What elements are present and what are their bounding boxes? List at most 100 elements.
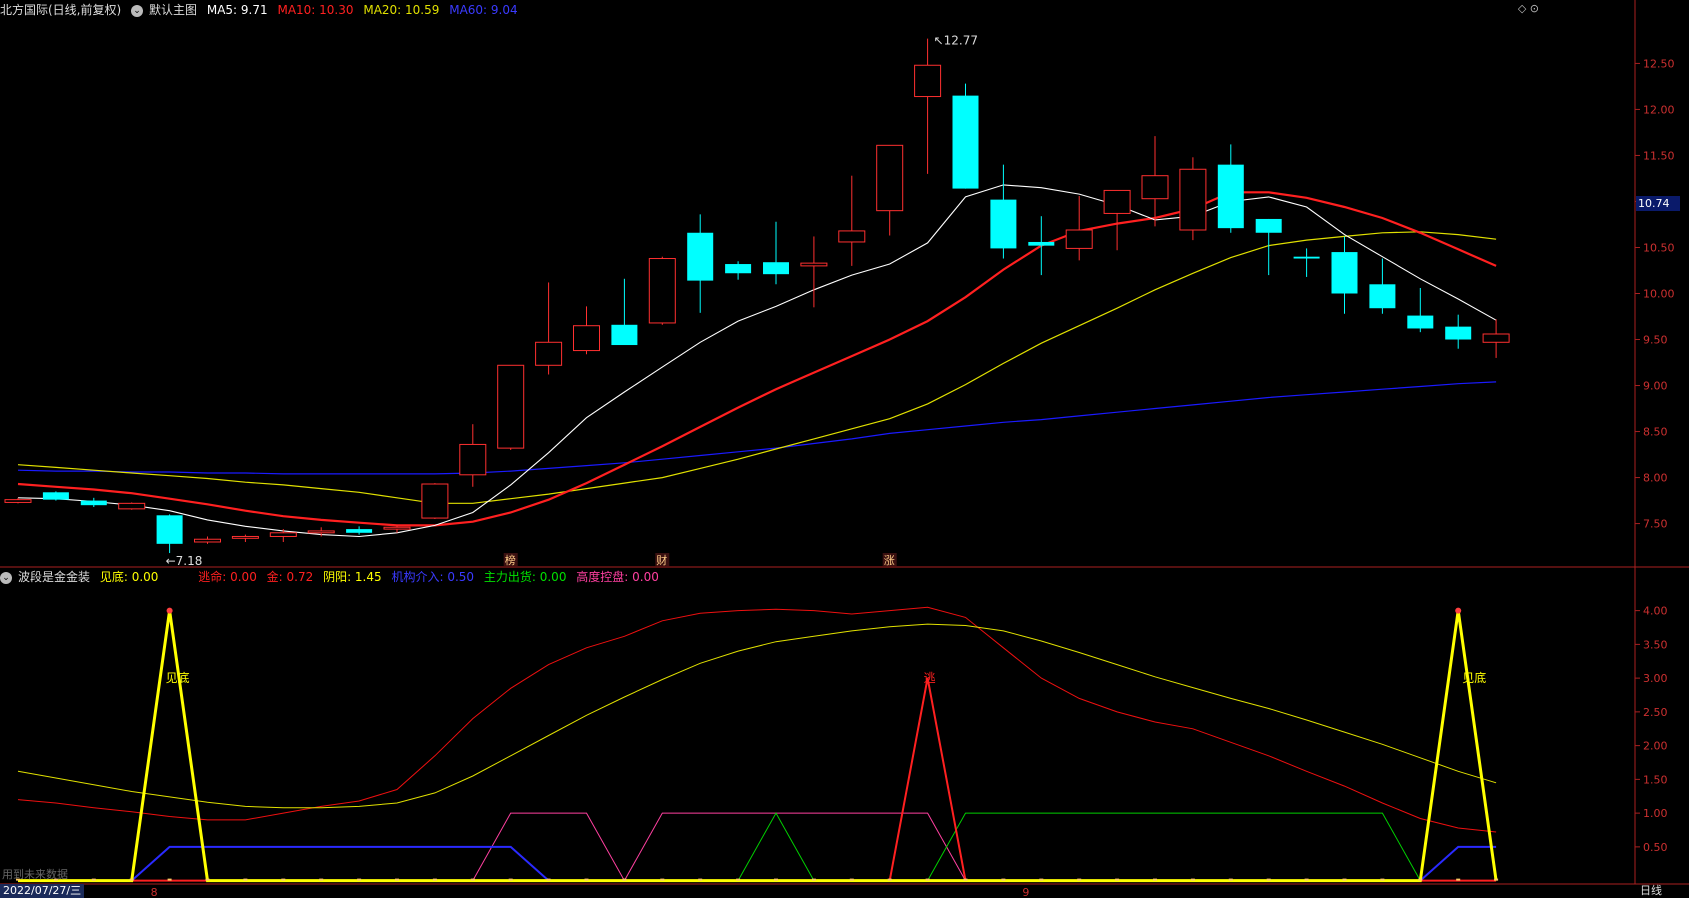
candle-body-up — [1141, 175, 1169, 200]
period-label[interactable]: 日线 — [1640, 884, 1662, 898]
candle-body-down — [952, 95, 979, 189]
ma10-line — [17, 191, 1497, 527]
candle-body-down — [1217, 164, 1244, 229]
indicator-series-line — [17, 623, 1497, 809]
candle-body-up — [459, 443, 487, 476]
baseline-tick — [357, 878, 362, 881]
ma60-line — [17, 381, 1497, 475]
baseline-tick — [167, 878, 172, 881]
candle-body-down — [687, 232, 714, 281]
price-tick-label: 8.50 — [1643, 426, 1668, 439]
bottom-signal-dot — [1455, 607, 1462, 614]
baseline-tick — [129, 878, 134, 881]
baseline-tick — [91, 878, 96, 881]
signal-label-bottom-2: 见底 — [1462, 670, 1486, 685]
indicator-series-line — [17, 606, 1497, 833]
price-tick-label: 10.50 — [1643, 241, 1675, 254]
current-price-badge: 10.74 — [1636, 196, 1680, 211]
baseline-tick — [1039, 878, 1044, 881]
candle-body-up — [497, 364, 525, 449]
candle-body-up — [1482, 333, 1510, 343]
chart-canvas[interactable]: 7.508.008.509.009.5010.0010.5011.0011.50… — [0, 0, 1689, 898]
candle-body-down — [1407, 315, 1434, 329]
baseline-tick — [1153, 878, 1157, 881]
bottom-signal-dot — [166, 607, 173, 614]
high-price-annotation: ↖12.77 — [934, 34, 978, 48]
month-label: 9 — [1022, 886, 1029, 898]
baseline-tick — [319, 878, 324, 881]
event-marker: 涨 — [884, 554, 895, 567]
candle-body-up — [307, 530, 335, 534]
baseline-tick — [470, 878, 475, 881]
candle-body-up — [914, 64, 942, 98]
candle-body-down — [725, 264, 752, 274]
candle-body-up — [1065, 229, 1093, 249]
baseline-tick — [432, 878, 437, 881]
baseline-tick — [508, 878, 513, 881]
baseline-tick — [395, 878, 399, 881]
indicator-tick-label: 1.00 — [1643, 807, 1668, 820]
footer-date: 2022/07/27/三 — [0, 884, 85, 898]
price-tick-label: 12.50 — [1643, 57, 1675, 70]
baseline-tick — [1228, 878, 1233, 881]
candle-body-down — [1331, 252, 1358, 294]
candle-body-down — [80, 500, 107, 506]
baseline-tick — [1342, 878, 1347, 881]
signal-label-bottom-1: 见底 — [166, 670, 190, 685]
baseline-tick — [887, 878, 892, 881]
baseline-tick — [622, 878, 627, 881]
baseline-tick — [1190, 878, 1195, 881]
candle-body-up — [4, 499, 32, 503]
baseline-tick — [1380, 878, 1385, 881]
candle-body-down — [1369, 284, 1396, 309]
candle-body-up — [800, 262, 828, 267]
candle-body-down — [346, 529, 373, 533]
price-tick-label: 10.00 — [1643, 288, 1675, 301]
baseline-tick — [1266, 878, 1271, 881]
candle-body-up — [269, 532, 297, 537]
baseline-tick — [925, 878, 930, 881]
price-tick-label: 8.00 — [1643, 472, 1668, 485]
candle-body-down — [156, 515, 183, 544]
candle-body-up — [194, 538, 221, 543]
candle-body-up — [118, 502, 146, 510]
candle-body-up — [573, 325, 600, 352]
baseline-tick — [546, 878, 551, 881]
indicator-series-line — [18, 845, 1497, 882]
candle-body-up — [1179, 168, 1207, 231]
indicator-tick-label: 3.50 — [1643, 638, 1668, 651]
candle-body-up — [535, 341, 563, 366]
baseline-tick — [1456, 878, 1461, 881]
baseline-tick — [243, 878, 248, 881]
candle-body-up — [383, 526, 411, 530]
candle-body-down — [1293, 256, 1320, 259]
candle-body-up — [231, 535, 259, 539]
baseline-tick — [205, 878, 210, 881]
baseline-tick — [1077, 878, 1082, 881]
baseline-tick — [1494, 878, 1499, 881]
ma20-line — [17, 231, 1497, 504]
candle-body-down — [1255, 218, 1282, 233]
price-tick-label: 7.50 — [1643, 518, 1668, 531]
ma5-line — [17, 184, 1497, 538]
low-price-annotation: ←7.18 — [166, 554, 203, 568]
future-data-hint: 用到未来数据 — [2, 868, 68, 881]
indicator-tick-label: 2.00 — [1643, 740, 1668, 753]
price-tick-label: 12.00 — [1643, 103, 1675, 116]
baseline-tick — [584, 878, 589, 881]
candle-body-down — [42, 492, 69, 500]
baseline-tick — [1418, 878, 1423, 881]
event-marker: 榜 — [505, 553, 516, 567]
candle-body-up — [1103, 189, 1131, 214]
baseline-tick — [281, 878, 286, 881]
candle-body-down — [1028, 241, 1055, 246]
indicator-tick-label: 2.50 — [1643, 706, 1668, 719]
signal-label-escape: 逃 — [924, 671, 936, 685]
event-marker: 财 — [656, 553, 667, 567]
baseline-tick — [849, 878, 854, 881]
baseline-tick — [1304, 878, 1309, 881]
price-tick-label: 11.50 — [1643, 149, 1675, 162]
candle-body-down — [763, 262, 789, 275]
candle-body-down — [990, 199, 1017, 249]
candle-body-down — [1445, 326, 1472, 340]
